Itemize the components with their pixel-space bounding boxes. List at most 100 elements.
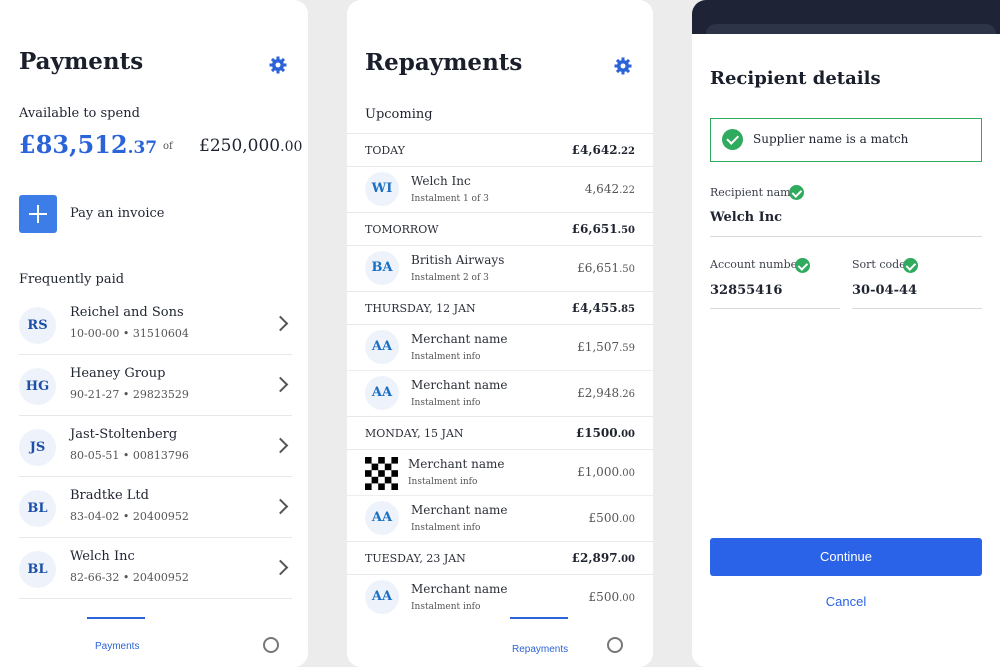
merchant-name: Merchant name [411, 582, 508, 596]
merchant-name: Merchant name [411, 503, 508, 517]
instalment-amount: £6,651.50 [577, 261, 635, 275]
instalment-info: Instalment info [411, 523, 481, 533]
recipient-name-label: Recipient name [710, 186, 798, 199]
amount-pounds: £1,507 [577, 340, 620, 354]
payments-panel: Payments Available to spend £83,512.37 o… [0, 0, 308, 667]
day-total-pounds: £2,897 [571, 551, 618, 565]
day-total: £1500.00 [576, 426, 635, 440]
available-pence: .37 [127, 138, 158, 158]
day-header: TUESDAY, 23 JAN £2,897.00 [347, 541, 653, 575]
instalment-amount: 4,642.22 [585, 182, 635, 196]
sort-code-value: 30-04-44 [852, 283, 918, 298]
pay-invoice-label[interactable]: Pay an invoice [70, 206, 164, 221]
gear-icon[interactable] [613, 56, 633, 76]
field-underline [710, 236, 982, 237]
active-tab-indicator [87, 617, 145, 619]
merchant-name: British Airways [411, 253, 505, 267]
modal-backdrop [692, 0, 1000, 44]
amount-pence: .22 [619, 185, 635, 196]
day-total: £2,897.00 [572, 551, 635, 565]
instalment-info: Instalment info [411, 398, 481, 408]
instalment-row[interactable]: AA Merchant name Instalment info £2,948.… [347, 371, 653, 417]
account-number-value: 32855416 [710, 283, 783, 298]
field-underline [710, 308, 840, 309]
instalment-info: Instalment info [411, 352, 481, 362]
page-title: Payments [19, 48, 144, 75]
gear-icon[interactable] [268, 55, 288, 75]
available-amount: £83,512.37 [19, 130, 157, 159]
instalment-amount: £500.00 [589, 590, 635, 604]
avatar: AA [365, 330, 399, 364]
payee-row[interactable]: BL Welch Inc 82-66-32 • 20400952 [19, 538, 292, 599]
amount-pence: .26 [619, 389, 635, 400]
day-header: TOMORROW £6,651.50 [347, 212, 653, 246]
payee-name: Jast-Stoltenberg [70, 427, 178, 442]
continue-button[interactable]: Continue [710, 538, 982, 576]
instalment-amount: £2,948.26 [577, 386, 635, 400]
day-total-pence: .50 [617, 225, 635, 236]
chevron-right-icon [272, 498, 289, 515]
account-number-label: Account number [710, 258, 803, 271]
payee-detail: 83-04-02 • 20400952 [70, 510, 189, 523]
repayments-tab-icon[interactable] [263, 637, 279, 653]
instalment-info: Instalment info [408, 477, 478, 487]
day-total: £4,642.22 [572, 143, 635, 157]
day-label: TUESDAY, 23 JAN [365, 552, 466, 565]
day-total-pounds: £4,455 [571, 301, 618, 315]
match-text: Supplier name is a match [753, 132, 909, 146]
avatar: WI [365, 172, 399, 206]
amount-pence: .00 [619, 468, 635, 479]
day-total-pence: .85 [617, 304, 635, 315]
payee-row[interactable]: JS Jast-Stoltenberg 80-05-51 • 00813796 [19, 416, 292, 477]
payee-row[interactable]: RS Reichel and Sons 10-00-00 • 31510604 [19, 294, 292, 355]
day-total: £4,455.85 [572, 301, 635, 315]
merchant-name: Welch Inc [411, 174, 471, 188]
day-header: THURSDAY, 12 JAN £4,455.85 [347, 291, 653, 325]
pay-invoice-button[interactable] [19, 195, 57, 233]
payee-detail: 82-66-32 • 20400952 [70, 571, 189, 584]
repayments-tab-icon[interactable] [607, 637, 623, 653]
amount-pence: .00 [619, 593, 635, 604]
avatar: BA [365, 251, 399, 285]
frequently-paid-label: Frequently paid [19, 272, 125, 287]
instalment-row[interactable]: WI Welch Inc Instalment 1 of 3 4,642.22 [347, 167, 653, 213]
match-banner: Supplier name is a match [710, 118, 982, 162]
day-total-pence: .00 [617, 429, 635, 440]
instalment-row[interactable]: BA British Airways Instalment 2 of 3 £6,… [347, 246, 653, 292]
instalment-row[interactable]: AA Merchant name Instalment info £1,507.… [347, 325, 653, 371]
payee-row[interactable]: HG Heaney Group 90-21-27 • 29823529 [19, 355, 292, 416]
instalment-info: Instalment 1 of 3 [411, 194, 489, 204]
field-underline [852, 308, 982, 309]
tab-repayments[interactable]: Repayments [512, 644, 568, 655]
payee-row[interactable]: BL Bradtke Ltd 83-04-02 • 20400952 [19, 477, 292, 538]
instalment-info: Instalment info [411, 602, 481, 612]
payee-detail: 10-00-00 • 31510604 [70, 327, 189, 340]
avatar: AA [365, 580, 399, 614]
payee-name: Bradtke Ltd [70, 488, 149, 503]
available-label: Available to spend [19, 106, 140, 121]
cancel-button[interactable]: Cancel [710, 594, 982, 609]
sort-code-label: Sort code [852, 258, 906, 271]
day-label: TODAY [365, 144, 405, 157]
recipient-name-value: Welch Inc [710, 210, 783, 225]
chevron-right-icon [272, 315, 289, 332]
check-circle-icon [789, 185, 804, 200]
amount-pounds: £1,000 [577, 465, 620, 479]
amount-pounds: £500 [588, 590, 620, 604]
payee-detail: 80-05-51 • 00813796 [70, 449, 189, 462]
amount-pence: .50 [619, 264, 635, 275]
instalment-row[interactable]: Merchant name Instalment info £1,000.00 [347, 450, 653, 496]
day-label: TOMORROW [365, 223, 439, 236]
avatar: JS [19, 429, 56, 466]
payee-detail: 90-21-27 • 29823529 [70, 388, 189, 401]
amount-pounds: 4,642 [584, 182, 620, 196]
day-header: MONDAY, 15 JAN £1500.00 [347, 416, 653, 450]
page-title: Repayments [365, 49, 523, 76]
instalment-row[interactable]: AA Merchant name Instalment info £500.00 [347, 575, 653, 621]
tab-payments[interactable]: Payments [95, 641, 139, 652]
instalment-row[interactable]: AA Merchant name Instalment info £500.00 [347, 496, 653, 542]
of-label: of [163, 141, 173, 152]
amount-pence: .00 [619, 514, 635, 525]
check-circle-icon [795, 258, 810, 273]
instalment-info: Instalment 2 of 3 [411, 273, 489, 283]
